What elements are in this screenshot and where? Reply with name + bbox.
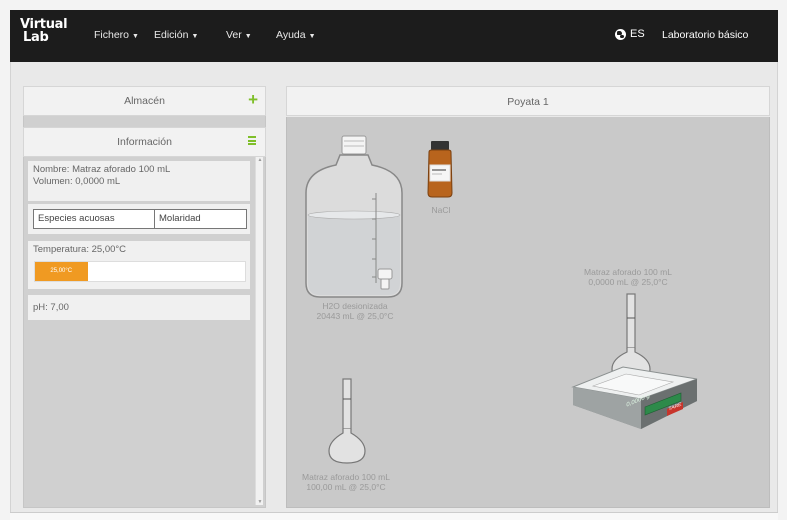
flask-name: Matraz aforado 100 mL [302, 472, 390, 482]
storage-panel-header[interactable]: Almacén + [23, 86, 266, 116]
flask-caption: Matraz aforado 100 mL 100,00 mL @ 25,0°C [287, 472, 405, 492]
nacl-jar-label: NaCl [431, 205, 451, 215]
balance-flask-volume: 0,0000 mL @ 25,0°C [588, 277, 668, 287]
flask-volume: 100,00 mL @ 25,0°C [306, 482, 386, 492]
menu-ayuda-label: Ayuda [276, 29, 306, 41]
top-navbar: Virtual Lab Fichero ▼ Edición ▼ Ver ▼ Ayuda… [10, 10, 778, 62]
info-name-volume-box: Nombre: Matraz aforado 100 mL Volumen: 0… [27, 160, 251, 202]
species-table: Especies acuosas Molaridad [33, 209, 247, 229]
virtual-lab-logo[interactable]: Virtual Lab [20, 18, 68, 54]
water-bottle-icon [305, 135, 403, 298]
menu-fichero[interactable]: Fichero ▼ [94, 29, 139, 41]
temperature-box: Temperatura: 25,00°C 25,00°C [27, 240, 251, 290]
workspace-title: Poyata 1 [507, 96, 549, 108]
water-bottle-name: H2O desionizada [322, 301, 388, 311]
volumetric-flask[interactable] [327, 377, 367, 467]
volumetric-flask-icon [328, 378, 366, 464]
storage-title: Almacén [124, 95, 165, 107]
volume-text: Volumen: 0,0000 mL [33, 176, 121, 187]
temperature-text: Temperatura: 25,00°C [33, 244, 127, 255]
info-scrollbar[interactable]: ▲ ▼ [255, 157, 263, 505]
plus-icon[interactable]: + [248, 91, 258, 108]
ph-box: pH: 7,00 [27, 294, 251, 321]
temperature-bar: 25,00°C [34, 261, 246, 282]
logo-text-line2: Lab [23, 30, 49, 45]
water-bottle-caption: H2O desionizada 20443 mL @ 25,0°C [297, 301, 413, 321]
bottom-scrollbar[interactable] [10, 512, 778, 520]
globe-icon [615, 28, 626, 40]
menu-ayuda[interactable]: Ayuda ▼ [276, 29, 316, 41]
balance-flask-name: Matraz aforado 100 mL [584, 267, 672, 277]
menu-ver-label: Ver [226, 29, 242, 41]
list-menu-icon[interactable] [248, 136, 256, 145]
caret-down-icon: ▼ [308, 33, 316, 40]
workspace-header: Poyata 1 [286, 86, 770, 116]
species-box: Especies acuosas Molaridad [27, 203, 251, 235]
molarity-column-header: Molaridad [159, 213, 201, 224]
water-bottle-volume: 20443 mL @ 25,0°C [316, 311, 394, 321]
balance-flask-caption: Matraz aforado 100 mL 0,0000 mL @ 25,0°C [570, 267, 686, 287]
info-panel-header[interactable]: Información [23, 127, 266, 157]
menu-ver[interactable]: Ver ▼ [226, 29, 252, 41]
reagent-jar-icon [427, 141, 453, 198]
name-text: Nombre: Matraz aforado 100 mL [33, 164, 171, 175]
menu-edicion-label: Edición [154, 29, 189, 41]
caret-down-icon: ▼ [244, 33, 252, 40]
language-code: ES [630, 28, 645, 40]
info-title: Información [117, 136, 172, 148]
workspace-bench[interactable]: H2O desionizada 20443 mL @ 25,0°C NaCl M… [286, 117, 770, 508]
ph-text: pH: 7,00 [33, 302, 69, 313]
caret-down-icon: ▼ [191, 33, 199, 40]
temperature-bar-fill: 25,00°C [35, 262, 88, 281]
caret-down-icon: ▼ [132, 33, 139, 40]
water-bottle[interactable] [302, 133, 407, 303]
info-content: Nombre: Matraz aforado 100 mL Volumen: 0… [27, 156, 252, 506]
menu-edicion[interactable]: Edición ▼ [154, 29, 198, 41]
menu-fichero-label: Fichero [94, 29, 130, 41]
scroll-up-icon[interactable]: ▲ [257, 157, 263, 163]
language-selector[interactable]: ES [615, 28, 645, 40]
lab-title-link[interactable]: Laboratorio básico [662, 29, 748, 41]
species-column-header: Especies acuosas [34, 210, 155, 228]
nacl-jar[interactable] [424, 139, 456, 199]
scroll-down-icon[interactable]: ▼ [257, 499, 263, 505]
